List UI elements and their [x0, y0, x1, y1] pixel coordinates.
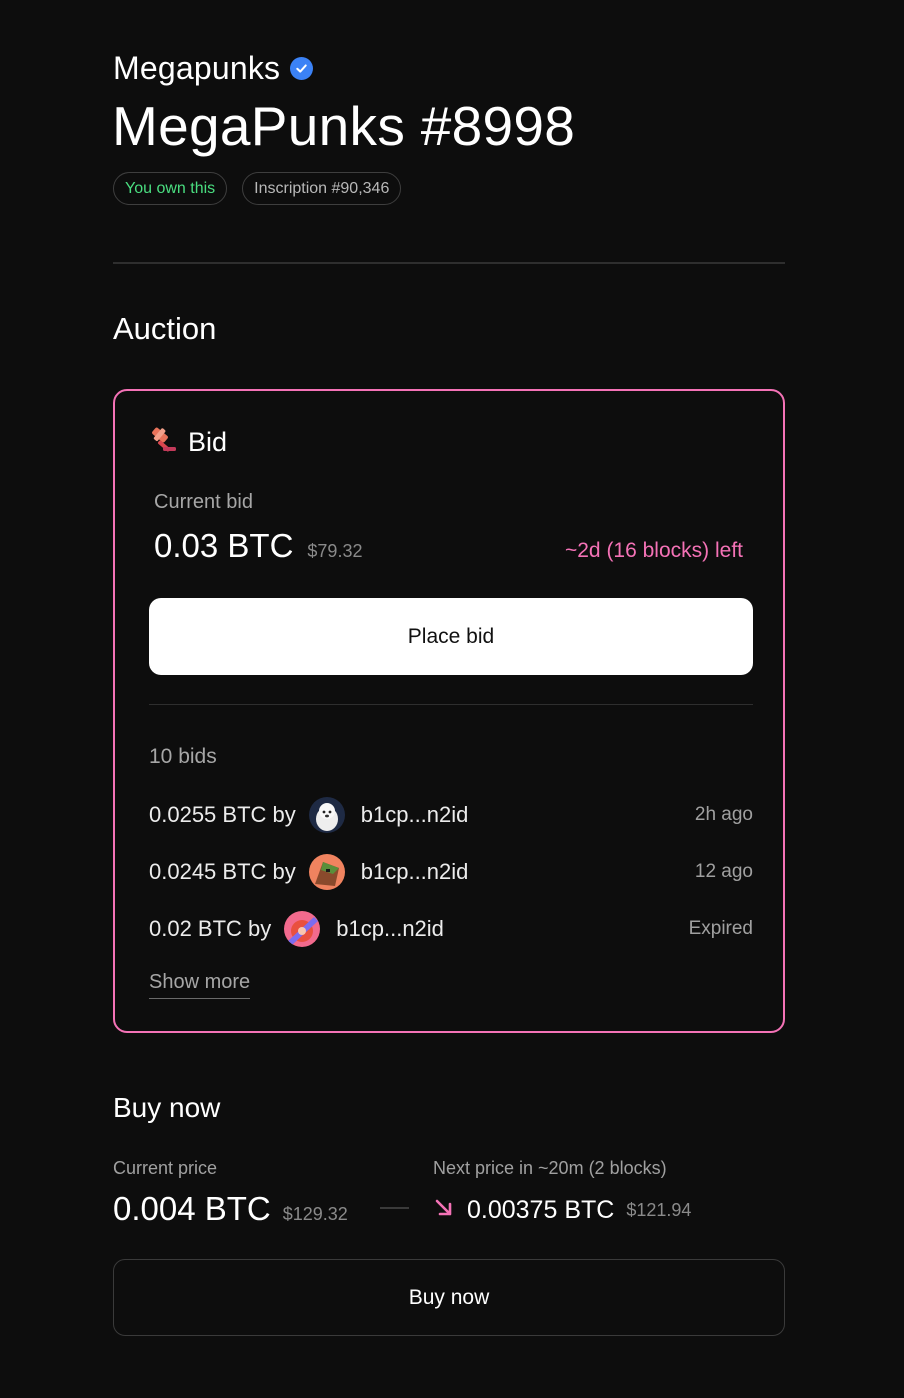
- next-price-row: 0.00375 BTC $121.94: [433, 1196, 691, 1225]
- card-divider: [149, 704, 753, 705]
- next-price: 0.00375 BTC: [467, 1196, 615, 1224]
- collection-row: Megapunks: [113, 50, 314, 87]
- bid-row: 0.0245 BTC by b1cp...n2id 12 ago: [149, 852, 753, 892]
- bid-amount: 0.0255 BTC by: [149, 802, 296, 827]
- current-price: 0.004 BTC: [113, 1190, 271, 1227]
- bid-time: 2h ago: [694, 804, 753, 825]
- badge-row: You own this Inscription #90,346: [113, 172, 402, 205]
- buy-now-button[interactable]: Buy now: [113, 1259, 785, 1336]
- current-bid-usd: $79.32: [307, 541, 363, 561]
- pink-avatar[interactable]: [284, 911, 321, 947]
- auction-card: Bid Current bid 0.03 BTC $79.32 ~2d (16 …: [113, 389, 785, 1033]
- auction-section-title: Auction: [113, 311, 217, 346]
- arrow-down-right-icon: [433, 1197, 455, 1224]
- bidder-address[interactable]: b1cp...n2id: [361, 802, 469, 828]
- bid-amount: 0.0245 BTC by: [149, 859, 296, 884]
- place-bid-button[interactable]: Place bid: [149, 598, 753, 675]
- next-price-label: Next price in ~20m (2 blocks): [433, 1158, 667, 1178]
- show-more-link[interactable]: Show more: [149, 971, 251, 999]
- bid-card-header: Bid: [148, 425, 227, 460]
- item-title: MegaPunks #8998: [112, 95, 576, 157]
- current-price-row: 0.004 BTC $129.32: [113, 1190, 348, 1228]
- next-price-usd: $121.94: [626, 1200, 692, 1220]
- bid-row: 0.0255 BTC by b1cp...n2id 2h ago: [149, 795, 753, 835]
- bid-time: 12 ago: [694, 861, 753, 882]
- price-separator: [380, 1207, 409, 1209]
- nft-detail-page: Megapunks MegaPunks #8998 You own this I…: [0, 0, 904, 1398]
- buy-now-section-title: Buy now: [113, 1092, 221, 1123]
- current-price-label: Current price: [113, 1158, 218, 1178]
- header-divider: [113, 262, 785, 264]
- ownership-badge: You own this: [113, 172, 228, 205]
- bid-row: 0.02 BTC by b1cp...n2id Expired: [149, 909, 753, 949]
- bidder-address[interactable]: b1cp...n2id: [336, 916, 444, 942]
- current-bid-label: Current bid: [154, 491, 253, 513]
- bid-amount: 0.02 BTC by: [149, 916, 272, 941]
- current-bid-amount: 0.03 BTC: [154, 527, 294, 564]
- current-bid-row: 0.03 BTC $79.32: [154, 527, 362, 565]
- verified-check-icon: [290, 57, 314, 80]
- bidder-address[interactable]: b1cp...n2id: [361, 859, 469, 885]
- bids-count: 10 bids: [149, 745, 217, 768]
- gavel-icon: [148, 425, 178, 460]
- auction-time-left: ~2d (16 blocks) left: [564, 539, 743, 562]
- inscription-badge[interactable]: Inscription #90,346: [242, 172, 402, 205]
- current-price-usd: $129.32: [282, 1204, 348, 1224]
- dog-avatar[interactable]: [308, 797, 345, 833]
- punk-avatar[interactable]: [308, 854, 345, 890]
- bid-card-title: Bid: [188, 427, 228, 457]
- bid-time: Expired: [688, 918, 753, 939]
- collection-name[interactable]: Megapunks: [113, 50, 280, 87]
